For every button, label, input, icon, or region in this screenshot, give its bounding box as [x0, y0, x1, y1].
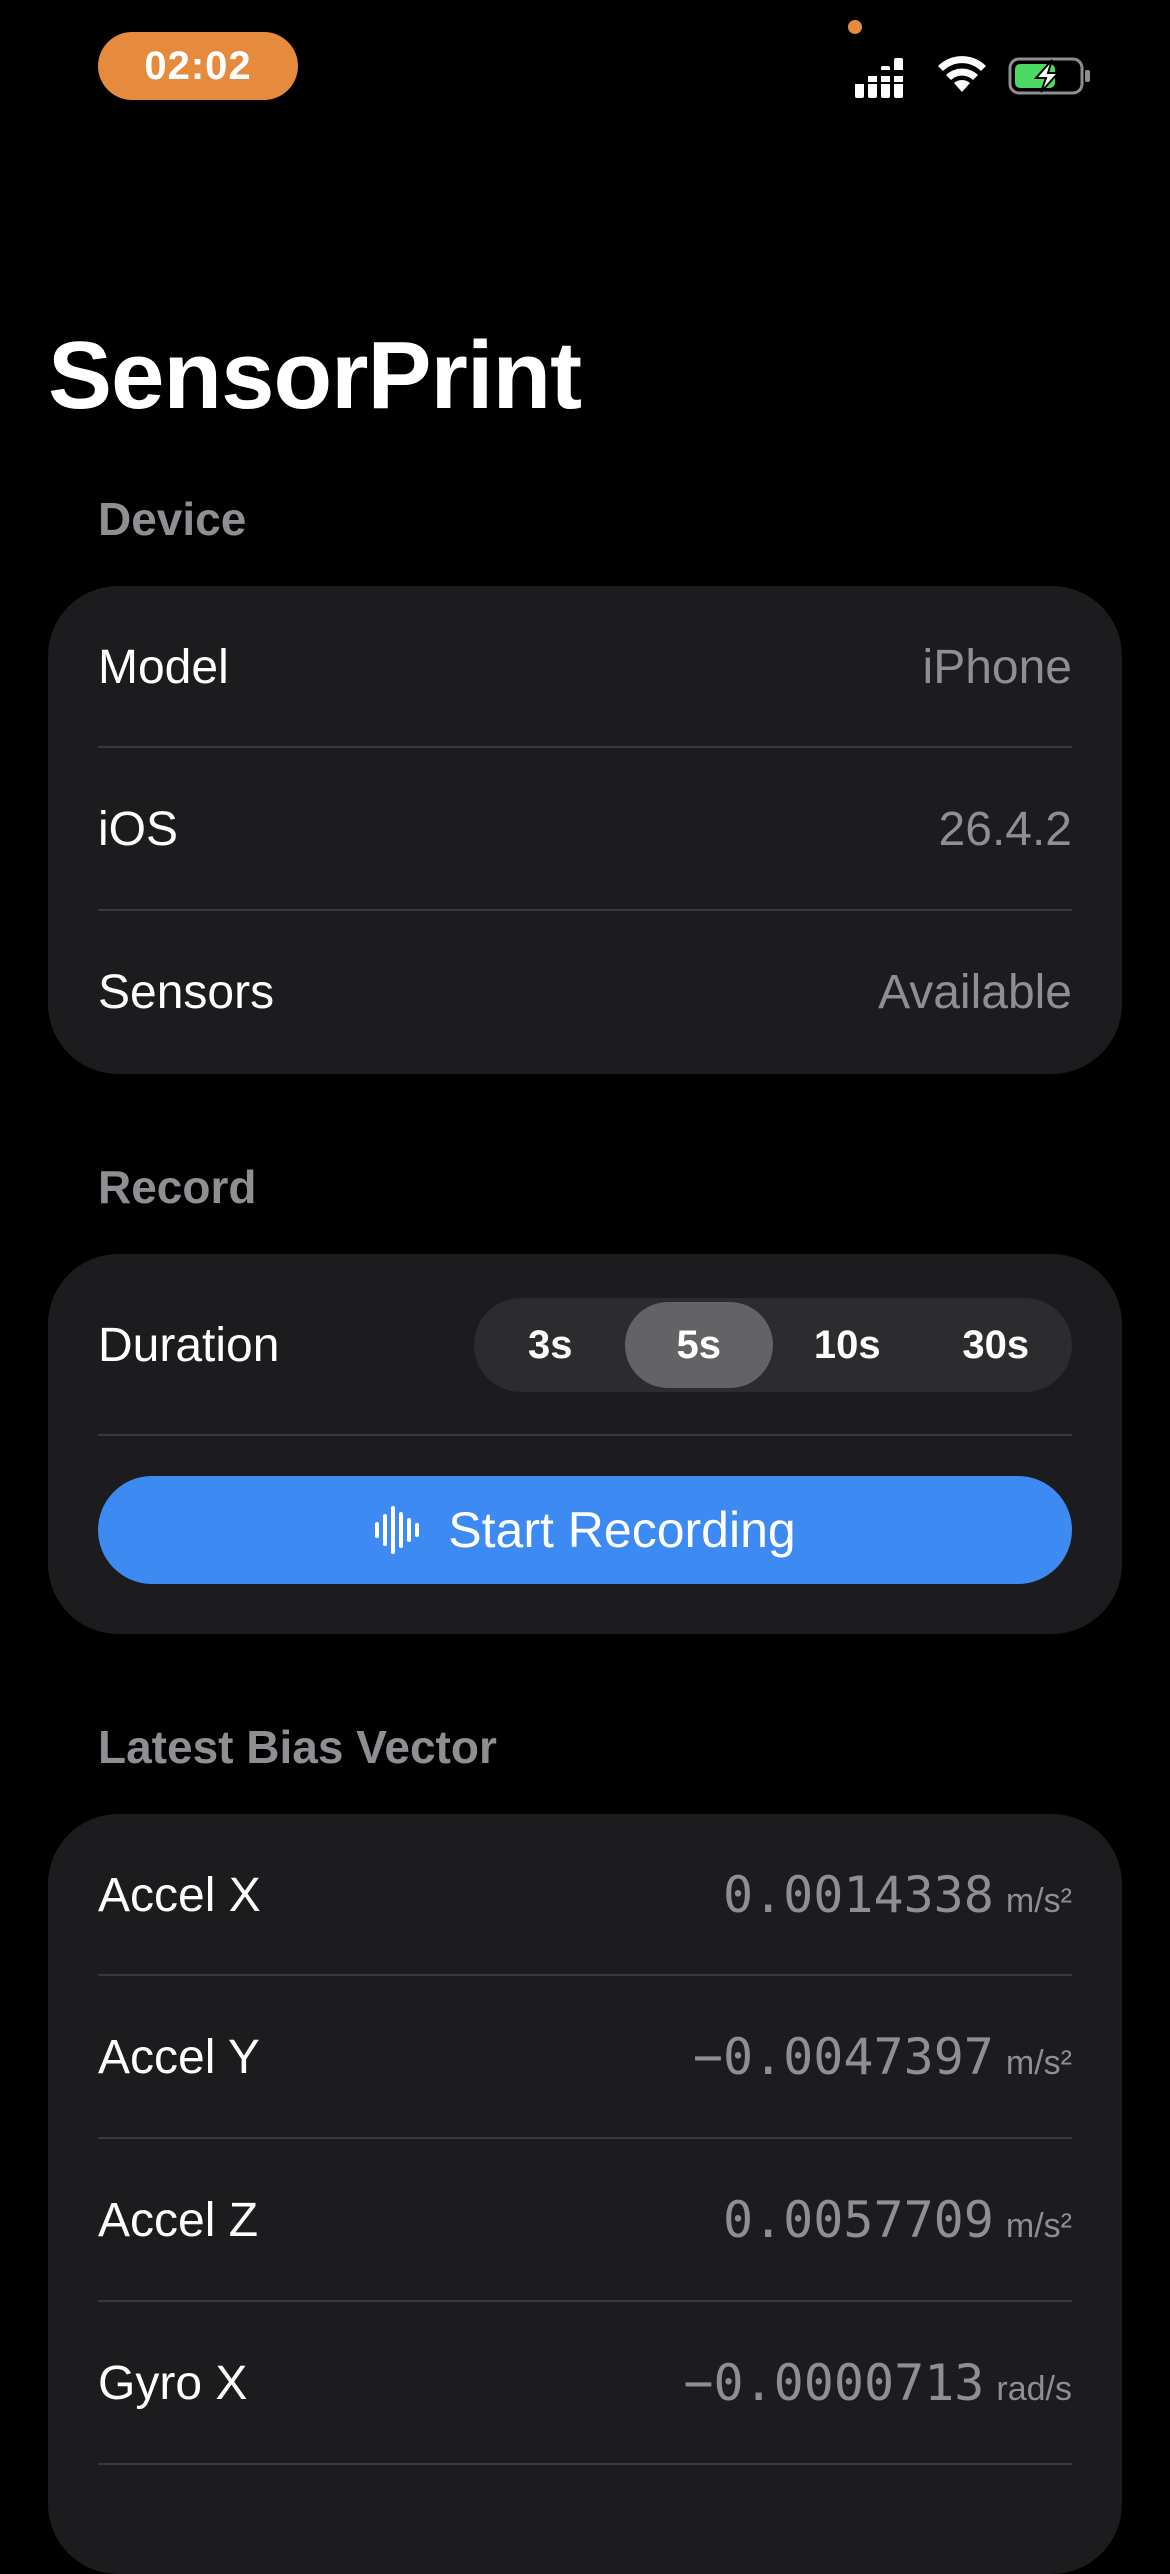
bias-card: Accel X 0.0014338 m/s² Accel Y −0.004739… — [48, 1814, 1122, 2574]
record-card: Duration 3s 5s 10s 30s Start Recording — [48, 1254, 1122, 1634]
bias-row-accel-z: Accel Z 0.0057709 m/s² — [98, 2139, 1072, 2301]
bias-row-accel-y: Accel Y −0.0047397 m/s² — [98, 1976, 1072, 2138]
duration-segmented-control: 3s 5s 10s 30s — [474, 1298, 1072, 1392]
cellular-signal-icon — [855, 58, 903, 98]
status-time: 02:02 — [98, 32, 298, 100]
start-recording-button[interactable]: Start Recording — [98, 1476, 1072, 1584]
segment-5s[interactable]: 5s — [624, 1302, 773, 1388]
bias-unit: m/s² — [1005, 2044, 1072, 2082]
start-recording-label: Start Recording — [448, 1502, 796, 1558]
row-label: Model — [98, 640, 229, 694]
waveform-icon — [375, 1506, 420, 1554]
section-header-device: Device — [98, 493, 247, 545]
row-label: Accel Y — [98, 2030, 260, 2084]
section-header-bias: Latest Bias Vector — [98, 1721, 497, 1773]
page-title: SensorPrint — [48, 322, 582, 429]
device-row-sensors: Sensors Available — [98, 911, 1072, 1073]
value-group: −0.0047397 m/s² — [693, 2028, 1072, 2086]
segment-10s[interactable]: 10s — [773, 1302, 922, 1388]
bias-unit: m/s² — [1005, 1882, 1072, 1920]
bias-unit: m/s² — [1005, 2207, 1072, 2245]
bias-row-accel-x: Accel X 0.0014338 m/s² — [98, 1814, 1072, 1976]
segment-30s[interactable]: 30s — [922, 1302, 1071, 1388]
device-row-ios: iOS 26.4.2 — [98, 748, 1072, 910]
row-label: Sensors — [98, 965, 275, 1019]
status-bar: 02:02 — [0, 0, 1170, 140]
row-value: Available — [878, 965, 1072, 1019]
row-label: Accel Z — [98, 2193, 259, 2247]
divider — [98, 1434, 1072, 1436]
device-card: Model iPhone iOS 26.4.2 Sensors Availabl… — [48, 586, 1122, 1074]
value-group: 0.0014338 m/s² — [723, 1866, 1072, 1924]
row-value: 26.4.2 — [938, 802, 1072, 856]
section-header-record: Record — [98, 1161, 257, 1213]
bias-value: −0.0000713 — [683, 2354, 985, 2412]
bias-value: −0.0047397 — [692, 2028, 994, 2086]
wifi-icon — [938, 56, 986, 92]
duration-label: Duration — [98, 1318, 280, 1372]
bias-value: 0.0057709 — [722, 2191, 994, 2249]
bias-value: 0.0014338 — [722, 1866, 994, 1924]
device-row-model: Model iPhone — [98, 586, 1072, 748]
segment-3s[interactable]: 3s — [476, 1302, 625, 1388]
privacy-indicator-dot — [848, 20, 862, 34]
value-group: −0.0000713 rad/s — [683, 2354, 1072, 2412]
row-value: iPhone — [922, 640, 1072, 694]
bias-unit: rad/s — [996, 2370, 1072, 2408]
value-group: 0.0057709 m/s² — [723, 2191, 1072, 2249]
divider — [98, 2463, 1072, 2465]
battery-charging-icon — [1008, 57, 1090, 95]
row-label: iOS — [98, 802, 179, 856]
row-label: Gyro X — [98, 2356, 248, 2410]
row-label: Accel X — [98, 1868, 261, 1922]
bias-row-gyro-x: Gyro X −0.0000713 rad/s — [98, 2302, 1072, 2464]
